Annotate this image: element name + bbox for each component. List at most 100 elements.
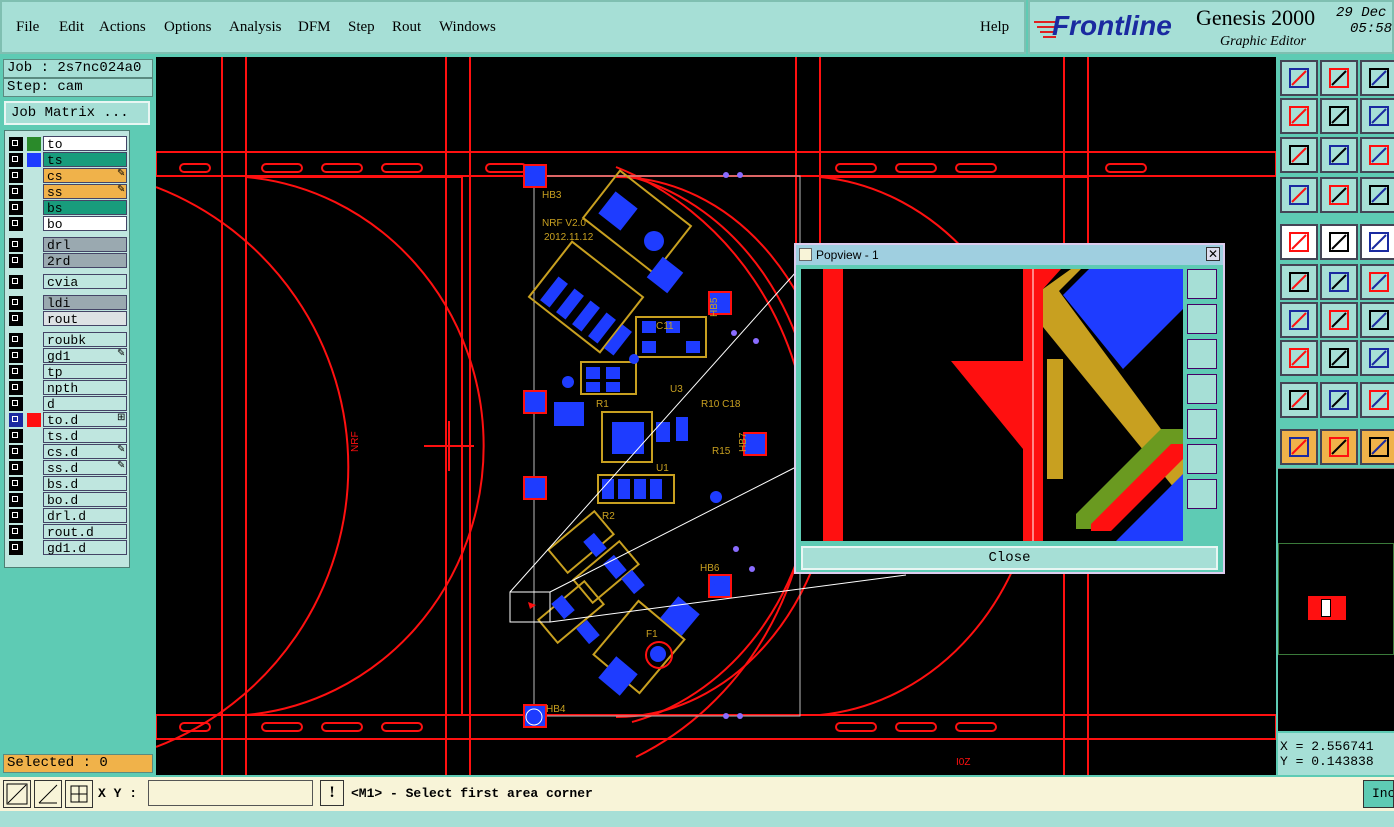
- layer-name[interactable]: ts: [43, 152, 127, 168]
- layer-checkbox[interactable]: [9, 312, 23, 326]
- line-select-tool-icon[interactable]: [1320, 340, 1358, 376]
- menu-analysis[interactable]: Analysis: [229, 19, 282, 36]
- select-box-tool-icon[interactable]: [1320, 429, 1358, 465]
- slope-tool-icon[interactable]: [1320, 302, 1358, 338]
- measure-tool-icon[interactable]: [1360, 340, 1394, 376]
- connect-tool-icon[interactable]: [1280, 264, 1318, 300]
- layer-row-cs[interactable]: cs ✎: [5, 168, 129, 184]
- layer-checkbox[interactable]: [9, 493, 23, 507]
- ruler-tool-icon[interactable]: [1360, 224, 1394, 260]
- layer-row-2rd[interactable]: 2rd: [5, 253, 129, 269]
- layer-row-ss-d[interactable]: ss.d ✎: [5, 460, 129, 476]
- layer-row-ts-d[interactable]: ts.d: [5, 428, 129, 444]
- layer-name[interactable]: to.d: [43, 412, 127, 428]
- menu-file[interactable]: File: [16, 19, 39, 36]
- line-tool-icon[interactable]: [1320, 224, 1358, 260]
- layer-checkbox[interactable]: [9, 381, 23, 395]
- layer-name[interactable]: ss.d: [43, 460, 127, 476]
- layer-checkbox[interactable]: [9, 349, 23, 363]
- layer-row-drl[interactable]: drl: [5, 237, 129, 253]
- layer-name[interactable]: bo: [43, 216, 127, 232]
- layer-name[interactable]: drl: [43, 237, 127, 253]
- layer-name[interactable]: to: [43, 136, 127, 152]
- pan-down-tool-icon[interactable]: [1320, 60, 1358, 96]
- layer-row-to[interactable]: to: [5, 136, 129, 152]
- layer-name[interactable]: ldi: [43, 295, 127, 311]
- select-tool-icon[interactable]: [1280, 429, 1318, 465]
- layer-checkbox[interactable]: [9, 153, 23, 167]
- apex-tool-icon[interactable]: [1360, 382, 1394, 418]
- xy-input[interactable]: [148, 780, 313, 806]
- popview-pan-up-button[interactable]: [1187, 304, 1217, 334]
- layer-row-ldi[interactable]: ldi: [5, 295, 129, 311]
- layer-name[interactable]: rout.d: [43, 524, 127, 540]
- undo-view-tool-icon[interactable]: [1360, 98, 1394, 134]
- layer-name[interactable]: rout: [43, 311, 127, 327]
- measure-icon[interactable]: [34, 780, 62, 808]
- select-poly-tool-icon[interactable]: [1360, 429, 1394, 465]
- layer-checkbox[interactable]: [9, 429, 23, 443]
- layer-checkbox[interactable]: [9, 477, 23, 491]
- pan-left-tool-icon[interactable]: [1280, 98, 1318, 134]
- layer-row-roubk[interactable]: roubk: [5, 332, 129, 348]
- layer-checkbox[interactable]: [9, 275, 23, 289]
- layer-checkbox[interactable]: [9, 137, 23, 151]
- layer-checkbox[interactable]: [9, 238, 23, 252]
- home-tool-icon[interactable]: [1360, 60, 1394, 96]
- layer-name[interactable]: gd1: [43, 348, 127, 364]
- snap-icon[interactable]: [3, 780, 31, 808]
- layer-name[interactable]: gd1.d: [43, 540, 127, 556]
- layer-checkbox[interactable]: [9, 254, 23, 268]
- layer-row-bs-d[interactable]: bs.d: [5, 476, 129, 492]
- layer-row-rout[interactable]: rout: [5, 311, 129, 327]
- layer-row-bo[interactable]: bo: [5, 216, 129, 232]
- layer-row-cs-d[interactable]: cs.d ✎: [5, 444, 129, 460]
- menu-help[interactable]: Help: [980, 19, 1009, 36]
- layer-name[interactable]: d: [43, 396, 127, 412]
- pad-tool-icon[interactable]: [1280, 224, 1318, 260]
- cross-tool-icon[interactable]: [1320, 264, 1358, 300]
- layer-name[interactable]: drl.d: [43, 508, 127, 524]
- layer-name[interactable]: cs.d: [43, 444, 127, 460]
- layer-checkbox[interactable]: [9, 509, 23, 523]
- layer-name[interactable]: ss: [43, 184, 127, 200]
- layer-row-rout-d[interactable]: rout.d: [5, 524, 129, 540]
- layer-row-ss[interactable]: ss ✎: [5, 184, 129, 200]
- pad-select-tool-icon[interactable]: [1280, 340, 1318, 376]
- layer-row-ts[interactable]: ts: [5, 152, 129, 168]
- zoom-ratio-tool-icon[interactable]: [1360, 137, 1394, 173]
- layer-checkbox[interactable]: [9, 185, 23, 199]
- popview-titlebar[interactable]: Popview - 1 ✕: [796, 245, 1223, 265]
- overview-map[interactable]: [1278, 468, 1394, 731]
- layer-row-tp[interactable]: tp: [5, 364, 129, 380]
- layer-checkbox[interactable]: [9, 217, 23, 231]
- layer-checkbox[interactable]: [9, 397, 23, 411]
- grid-snap-icon[interactable]: [65, 780, 93, 808]
- menu-dfm[interactable]: DFM: [298, 19, 331, 36]
- layer-name[interactable]: roubk: [43, 332, 127, 348]
- popview-zoom-fit-button[interactable]: [1187, 269, 1217, 299]
- layer-name[interactable]: bs.d: [43, 476, 127, 492]
- popview-pan-left-button[interactable]: [1187, 374, 1217, 404]
- layer-row-cvia[interactable]: cvia: [5, 274, 129, 290]
- layer-checkbox[interactable]: [9, 541, 23, 555]
- layer-row-npth[interactable]: npth: [5, 380, 129, 396]
- layer-name[interactable]: cs: [43, 168, 127, 184]
- layer-name[interactable]: 2rd: [43, 253, 127, 269]
- layer-checkbox[interactable]: [9, 525, 23, 539]
- zoom-center-tool-icon[interactable]: [1320, 137, 1358, 173]
- layer-checkbox[interactable]: [9, 201, 23, 215]
- layer-row-bo-d[interactable]: bo.d: [5, 492, 129, 508]
- inc-button[interactable]: Inc: [1363, 780, 1394, 808]
- popview-close-button[interactable]: Close: [801, 546, 1218, 570]
- popview-zoom-in-button[interactable]: [1187, 444, 1217, 474]
- layer-display-tool-icon[interactable]: [1360, 177, 1394, 213]
- layer-checkbox[interactable]: [9, 333, 23, 347]
- layer-row-to-d[interactable]: to.d ⊞: [5, 412, 129, 428]
- layer-checkbox[interactable]: [9, 413, 23, 427]
- menu-options[interactable]: Options: [164, 19, 212, 36]
- pan-right-tool-icon[interactable]: [1320, 98, 1358, 134]
- pan-up-tool-icon[interactable]: [1280, 60, 1318, 96]
- layer-name[interactable]: npth: [43, 380, 127, 396]
- layer-checkbox[interactable]: [9, 445, 23, 459]
